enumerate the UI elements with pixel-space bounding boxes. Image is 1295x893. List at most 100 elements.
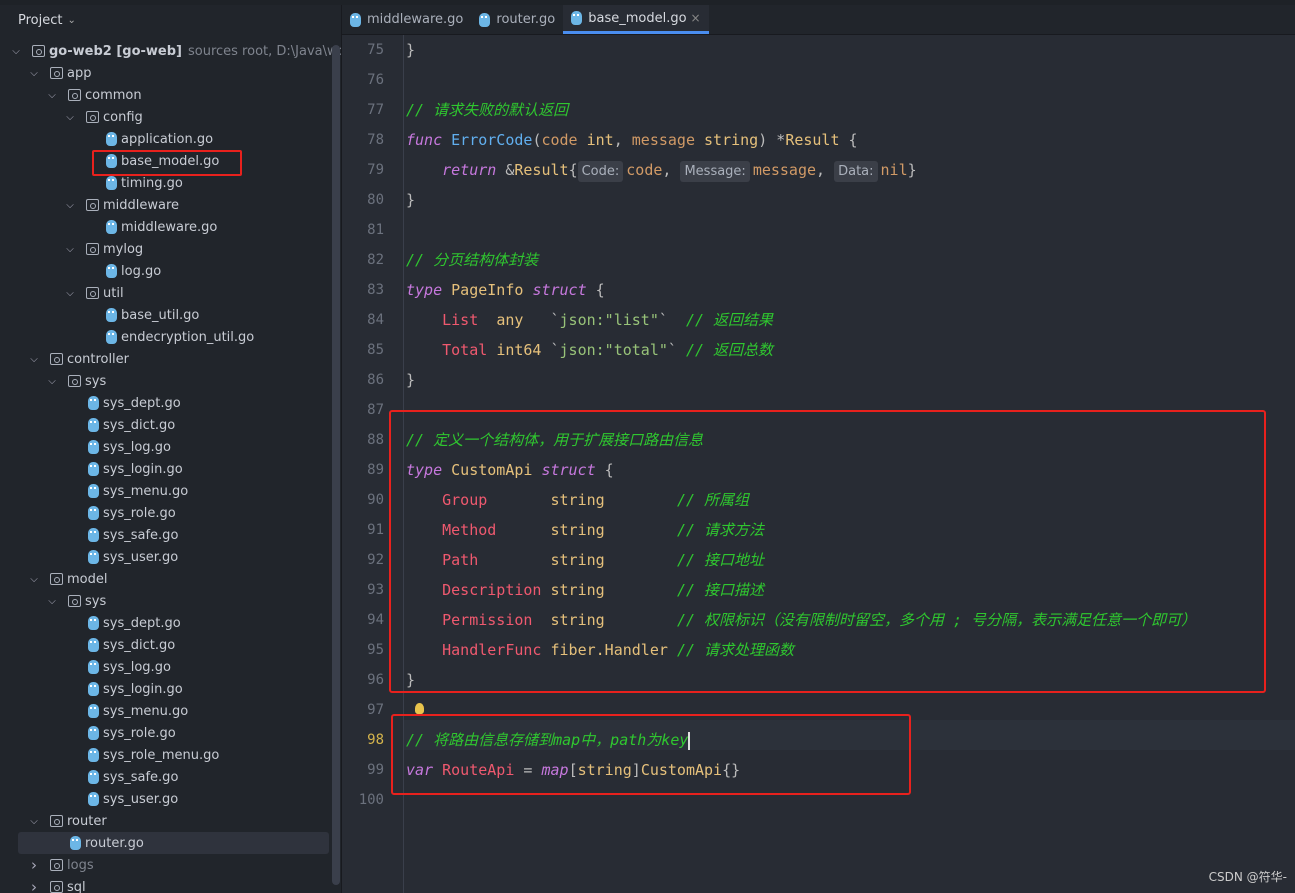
chevron-down-icon[interactable]: ⌵	[64, 112, 76, 123]
tree-item[interactable]: sys_login.go	[0, 678, 331, 700]
line-number: 92	[367, 552, 384, 568]
sidebar-scrollbar[interactable]	[332, 45, 340, 885]
code-token: int	[586, 131, 614, 149]
tree-item[interactable]: sys_user.go	[0, 788, 331, 810]
tree-item[interactable]: sys_role.go	[0, 722, 331, 744]
code-line[interactable]: }	[406, 365, 415, 395]
item-name: sys_menu.go	[103, 483, 189, 499]
folder-icon	[50, 573, 63, 585]
tree-item[interactable]: endecryption_util.go	[0, 326, 331, 348]
tree-item[interactable]: sys_safe.go	[0, 524, 331, 546]
tree-item-label: timing.go	[121, 176, 183, 191]
line-number: 84	[367, 312, 384, 328]
item-name: sys_role.go	[103, 505, 176, 521]
chevron-down-icon[interactable]: ⌵	[46, 376, 58, 387]
tree-item[interactable]: › logs	[0, 854, 331, 876]
tab-router-go[interactable]: router.go	[471, 5, 563, 34]
chevron-down-icon[interactable]: ⌵	[10, 46, 22, 57]
tree-item[interactable]: sys_role_menu.go	[0, 744, 331, 766]
tree-item[interactable]: sys_dict.go	[0, 414, 331, 436]
tab-label: router.go	[496, 12, 556, 27]
tree-item-label: sys_login.go	[103, 462, 183, 477]
tree-item[interactable]: ⌵ router	[0, 810, 331, 832]
tree-item[interactable]: ⌵ config	[0, 106, 331, 128]
tree-item[interactable]: sys_log.go	[0, 436, 331, 458]
project-panel: Project ⌄ ⌵ go-web2 [go-web] sources root, …	[0, 5, 342, 893]
tree-item[interactable]: log.go	[0, 260, 331, 282]
close-icon[interactable]: ×	[691, 11, 701, 25]
tree-item-label: controller	[67, 352, 129, 367]
code-token: PageInfo	[451, 281, 524, 299]
item-name: application.go	[121, 131, 214, 147]
folder-icon	[50, 67, 63, 79]
chevron-down-icon[interactable]: ⌵	[46, 90, 58, 101]
chevron-down-icon[interactable]: ⌵	[64, 288, 76, 299]
go-file-icon	[479, 12, 491, 27]
tree-item[interactable]: ⌵ sys	[0, 370, 331, 392]
item-name: sys_login.go	[103, 681, 183, 697]
line-number: 77	[367, 102, 384, 118]
tree-item[interactable]: ⌵ common	[0, 84, 331, 106]
tree-item[interactable]: ⌵ model	[0, 568, 331, 590]
chevron-down-icon[interactable]: ⌵	[64, 200, 76, 211]
tree-item[interactable]: sys_user.go	[0, 546, 331, 568]
code-line[interactable]: // 请求失败的默认返回	[406, 95, 568, 125]
tree-item[interactable]: sys_log.go	[0, 656, 331, 678]
code-line[interactable]: Total int64 `json:"total"` // 返回总数	[406, 335, 773, 365]
lightbulb-icon[interactable]	[415, 703, 424, 714]
tree-item[interactable]: ⌵ go-web2 [go-web] sources root, D:\Java\w…	[0, 40, 341, 62]
code-token: message	[631, 131, 695, 149]
tree-item[interactable]: sys_login.go	[0, 458, 331, 480]
code-token: string	[704, 131, 759, 149]
chevron-down-icon[interactable]: ⌵	[28, 574, 40, 585]
item-name: mylog	[103, 241, 144, 257]
go-file-icon	[88, 704, 99, 718]
item-name: base_util.go	[121, 307, 200, 323]
tree-item[interactable]: ⌵ mylog	[0, 238, 331, 260]
tree-item[interactable]: router.go	[18, 832, 329, 854]
code-line[interactable]: List any `json:"list"` // 返回结果	[406, 305, 773, 335]
chevron-down-icon[interactable]: ⌵	[46, 596, 58, 607]
go-file-icon	[88, 660, 99, 674]
chevron-right-icon[interactable]: ›	[28, 878, 40, 893]
code-token: }	[907, 161, 917, 179]
tree-item[interactable]: sys_role.go	[0, 502, 331, 524]
tree-item[interactable]: sys_safe.go	[0, 766, 331, 788]
tree-item[interactable]: ⌵ sys	[0, 590, 331, 612]
tree-item[interactable]: ⌵ util	[0, 282, 331, 304]
tree-item[interactable]: base_util.go	[0, 304, 331, 326]
folder-icon	[50, 881, 63, 893]
tab-middleware-go[interactable]: middleware.go	[342, 5, 471, 34]
tree-item[interactable]: › sql	[0, 876, 331, 893]
line-number: 76	[367, 72, 384, 88]
tab-base_model-go[interactable]: base_model.go ×	[563, 5, 709, 34]
code-token: {	[568, 161, 578, 179]
code-token: nil	[880, 161, 908, 179]
code-line[interactable]: return &Result{Code: code, Message: messag…	[406, 155, 917, 185]
chevron-right-icon[interactable]: ›	[28, 856, 40, 874]
line-number: 91	[367, 522, 384, 538]
code-line[interactable]: // 分页结构体封装	[406, 245, 538, 275]
code-line[interactable]: }	[406, 185, 415, 215]
tree-item[interactable]: sys_dept.go	[0, 612, 331, 634]
tree-item[interactable]: middleware.go	[0, 216, 331, 238]
tree-item[interactable]: ⌵ app	[0, 62, 331, 84]
go-file-icon	[88, 682, 99, 696]
project-view-selector[interactable]: Project ⌄	[0, 5, 341, 35]
chevron-down-icon[interactable]: ⌵	[28, 816, 40, 827]
go-file-icon	[571, 11, 583, 25]
chevron-down-icon[interactable]: ⌵	[28, 354, 40, 365]
tree-item[interactable]: sys_dict.go	[0, 634, 331, 656]
chevron-down-icon[interactable]: ⌵	[28, 68, 40, 79]
chevron-down-icon[interactable]: ⌵	[64, 244, 76, 255]
item-name: sys_dict.go	[103, 417, 176, 433]
tree-item[interactable]: application.go	[0, 128, 331, 150]
tree-item[interactable]: ⌵ controller	[0, 348, 331, 370]
code-line[interactable]: }	[406, 35, 415, 65]
code-line[interactable]: type PageInfo struct {	[406, 275, 605, 305]
tree-item[interactable]: sys_menu.go	[0, 700, 331, 722]
tree-item[interactable]: sys_menu.go	[0, 480, 331, 502]
tree-item[interactable]: ⌵ middleware	[0, 194, 331, 216]
tree-item[interactable]: sys_dept.go	[0, 392, 331, 414]
code-line[interactable]: func ErrorCode(code int, message string)…	[406, 125, 858, 155]
